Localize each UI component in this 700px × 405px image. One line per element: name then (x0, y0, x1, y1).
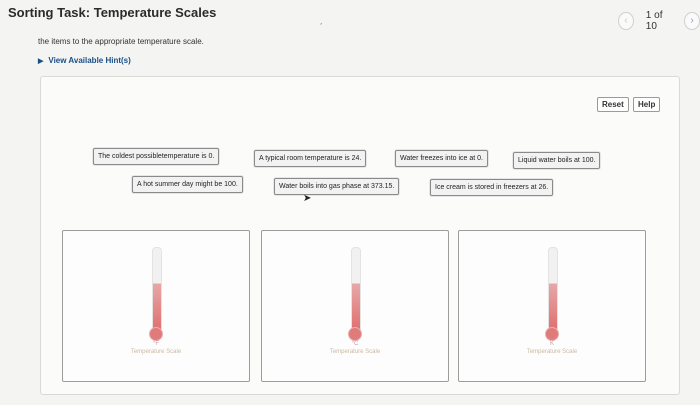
bin-unit: K (549, 341, 554, 347)
thermometer-bulb (545, 327, 559, 341)
next-arrow-icon[interactable]: › (684, 12, 700, 30)
bin-unit: °F (152, 341, 160, 347)
stray-mark: ˏ (316, 14, 323, 26)
thermometer-icon (548, 247, 558, 333)
draggable-item[interactable]: A hot summer day might be 100. (132, 176, 243, 193)
draggable-item[interactable]: Water freezes into ice at 0. (395, 150, 488, 167)
thermometer-icon (351, 247, 361, 333)
thermometer-icon (152, 247, 162, 333)
drop-bin-kelvin[interactable]: K Temperature Scale (458, 230, 646, 382)
page-title: Sorting Task: Temperature Scales (8, 5, 217, 20)
pager: ‹ 1 of 10 › (618, 10, 700, 32)
prev-arrow-icon[interactable]: ‹ (618, 12, 634, 30)
hint-label: View Available Hint(s) (48, 56, 131, 65)
instruction-text: the items to the appropriate temperature… (38, 37, 204, 46)
thermometer-bulb (348, 327, 362, 341)
help-button[interactable]: Help (633, 97, 661, 112)
drop-bin-celsius[interactable]: °C Temperature Scale (261, 230, 449, 382)
draggable-item[interactable]: Liquid water boils at 100. (513, 152, 601, 169)
reset-button[interactable]: Reset (597, 97, 629, 112)
draggable-item[interactable]: The coldest possibletemperature is 0. (93, 148, 220, 165)
mouse-cursor-icon: ➤ (303, 193, 312, 204)
drop-bin-fahrenheit[interactable]: °F Temperature Scale (62, 230, 250, 382)
page-count: 1 of 10 (645, 10, 663, 32)
draggable-item[interactable]: A typical room temperature is 24. (254, 150, 367, 167)
view-hints-toggle[interactable]: ▶ View Available Hint(s) (38, 56, 131, 65)
draggable-item[interactable]: Water boils into gas phase at 373.15. (274, 178, 400, 195)
bin-label: Temperature Scale (130, 349, 182, 355)
bin-unit: °C (351, 341, 359, 347)
thermometer-bulb (149, 327, 163, 341)
bin-label: Temperature Scale (329, 349, 381, 355)
expand-triangle-icon: ▶ (38, 57, 44, 65)
bin-label: Temperature Scale (526, 349, 578, 355)
draggable-item[interactable]: Ice cream is stored in freezers at 26. (430, 179, 554, 196)
